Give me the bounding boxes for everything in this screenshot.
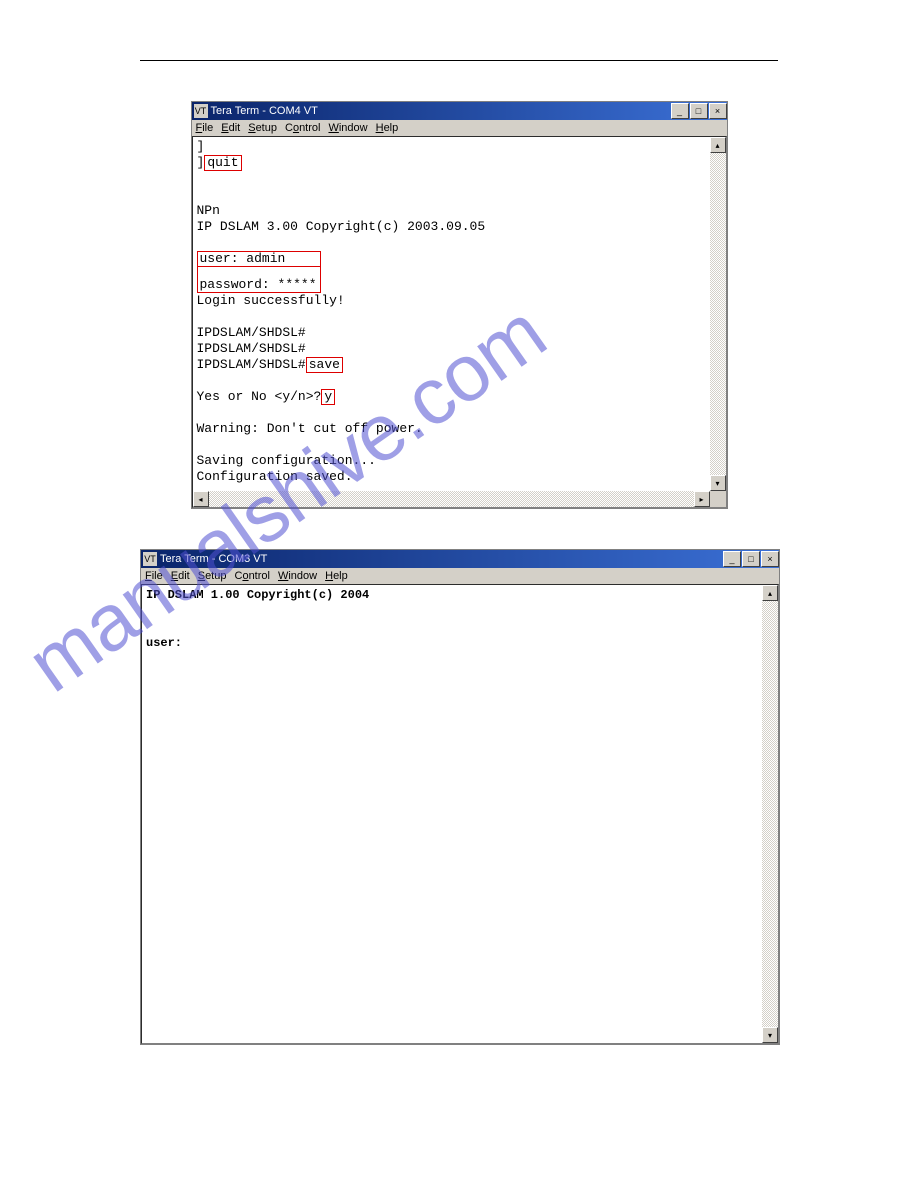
prompt-2: IPDSLAM/SHDSL# <box>197 341 306 356</box>
line-npn: NPn <box>197 203 220 218</box>
menu-edit[interactable]: Edit <box>171 570 190 582</box>
line-copyright: IP DSLAM 3.00 Copyright(c) 2003.09.05 <box>197 219 486 234</box>
line-copyright-2: IP DSLAM 1.00 Copyright(c) 2004 <box>146 588 369 602</box>
menu-window[interactable]: Window <box>328 122 367 134</box>
close-button[interactable]: × <box>709 103 727 119</box>
cmd-quit: quit <box>204 155 241 171</box>
scroll-up-button[interactable]: ▴ <box>710 137 726 153</box>
app-icon: VT <box>143 552 157 566</box>
warn-line: Warning: Don't cut off power. <box>197 421 423 436</box>
window-title: Tera Term - COM4 VT <box>211 105 670 117</box>
menu-setup[interactable]: Setup <box>198 570 227 582</box>
scroll-left-button[interactable]: ◂ <box>193 491 209 507</box>
window-title: Tera Term - COM3 VT <box>160 553 722 565</box>
menu-help[interactable]: Help <box>325 570 348 582</box>
prompt-3: IPDSLAM/SHDSL# <box>197 357 306 372</box>
maximize-button[interactable]: □ <box>690 103 708 119</box>
menubar: File Edit Setup Control Window Help <box>141 568 779 584</box>
user-prompt: user: <box>146 636 182 650</box>
cmd-save: save <box>306 357 343 373</box>
horizontal-scrollbar[interactable]: ◂ ▸ <box>193 491 710 507</box>
app-icon: VT <box>194 104 208 118</box>
close-button[interactable]: × <box>761 551 779 567</box>
maximize-button[interactable]: □ <box>742 551 760 567</box>
scroll-down-button[interactable]: ▾ <box>710 475 726 491</box>
saved-line: Configuration saved. <box>197 469 353 484</box>
answer-y1: y <box>321 389 335 405</box>
minimize-button[interactable]: _ <box>671 103 689 119</box>
scroll-right-button[interactable]: ▸ <box>694 491 710 507</box>
terminal-area[interactable]: IP DSLAM 1.00 Copyright(c) 2004 user: ▴ … <box>141 584 779 1044</box>
terminal-output: IP DSLAM 1.00 Copyright(c) 2004 user: <box>142 585 762 1043</box>
vertical-scrollbar[interactable]: ▴ ▾ <box>762 585 778 1043</box>
terminal-window-1: VT Tera Term - COM4 VT _ □ × File Edit S… <box>191 101 728 509</box>
resize-grip[interactable] <box>710 491 726 507</box>
menu-edit[interactable]: Edit <box>221 122 240 134</box>
window-controls: _ □ × <box>670 103 727 119</box>
menu-setup[interactable]: Setup <box>248 122 277 134</box>
document-page: VT Tera Term - COM4 VT _ □ × File Edit S… <box>140 60 778 1045</box>
scroll-up-button[interactable]: ▴ <box>762 585 778 601</box>
menu-help[interactable]: Help <box>376 122 399 134</box>
terminal-window-2: VT Tera Term - COM3 VT _ □ × File Edit S… <box>140 549 780 1045</box>
menu-control[interactable]: Control <box>285 122 320 134</box>
scroll-down-button[interactable]: ▾ <box>762 1027 778 1043</box>
menubar: File Edit Setup Control Window Help <box>192 120 727 136</box>
window-controls: _ □ × <box>722 551 779 567</box>
minimize-button[interactable]: _ <box>723 551 741 567</box>
menu-control[interactable]: Control <box>234 570 269 582</box>
titlebar: VT Tera Term - COM3 VT _ □ × <box>141 550 779 568</box>
menu-file[interactable]: File <box>145 570 163 582</box>
scroll-track[interactable] <box>762 601 778 1027</box>
yesno-1: Yes or No <y/n>? <box>197 389 322 404</box>
terminal-output: ] ]quit NPn IP DSLAM 3.00 Copyright(c) 2… <box>193 137 710 491</box>
password-line: password: ***** <box>200 277 317 292</box>
titlebar: VT Tera Term - COM4 VT _ □ × <box>192 102 727 120</box>
menu-window[interactable]: Window <box>278 570 317 582</box>
prompt-1: IPDSLAM/SHDSL# <box>197 325 306 340</box>
page-rule <box>140 60 778 61</box>
line-bracket: ] <box>197 139 205 154</box>
scroll-track[interactable] <box>710 153 726 475</box>
terminal-area[interactable]: ] ]quit NPn IP DSLAM 3.00 Copyright(c) 2… <box>192 136 727 508</box>
scroll-track[interactable] <box>209 491 694 507</box>
saving-line: Saving configuration... <box>197 453 376 468</box>
vertical-scrollbar[interactable]: ▴ ▾ <box>710 137 726 491</box>
login-ok: Login successfully! <box>197 293 345 308</box>
menu-file[interactable]: File <box>196 122 214 134</box>
